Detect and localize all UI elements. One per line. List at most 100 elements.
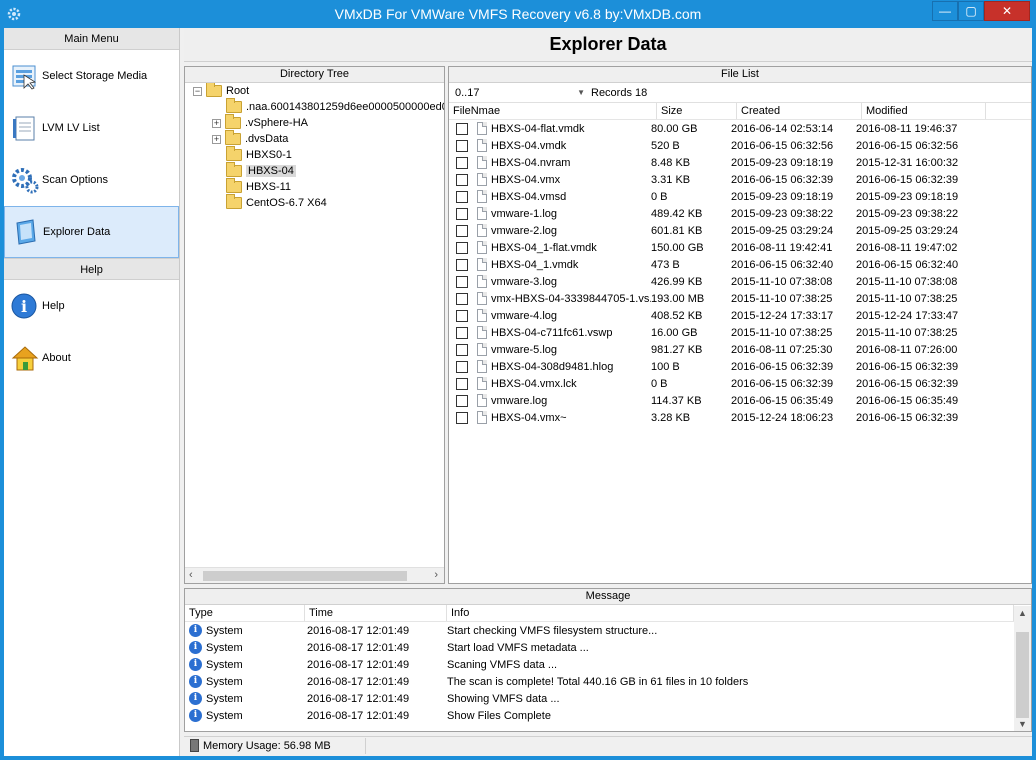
table-row[interactable]: HBXS-04_1.vmdk 473 B 2016-06-15 06:32:40 20…: [449, 256, 1031, 273]
message-vertical-scrollbar[interactable]: ▲ ▼: [1014, 606, 1031, 731]
file-icon: [477, 224, 487, 237]
table-row[interactable]: HBXS-04.vmx.lck 0 B 2016-06-15 06:32:39 201…: [449, 375, 1031, 392]
row-checkbox[interactable]: [456, 258, 468, 271]
list-item[interactable]: i System 2016-08-17 12:01:49 Start checking…: [185, 622, 1031, 639]
table-row[interactable]: vmware-3.log 426.99 KB 2015-11-10 07:38:08…: [449, 273, 1031, 290]
column-header-filename[interactable]: FileNmae: [449, 103, 657, 119]
message-time: 2016-08-17 12:01:49: [307, 658, 410, 671]
sidebar-item-about[interactable]: About: [4, 332, 179, 384]
message-type: i System: [185, 675, 305, 688]
lvm-list-icon: [13, 116, 35, 141]
table-row[interactable]: HBXS-04-308d9481.hlog 100 B 2016-06-15 06:…: [449, 358, 1031, 375]
column-header-time[interactable]: Time: [305, 605, 447, 621]
memory-usage: Memory Usage: 56.98 MB: [184, 737, 366, 754]
minimize-button[interactable]: —: [932, 1, 958, 21]
row-checkbox[interactable]: [456, 343, 468, 356]
tree-node[interactable]: HBXS-11: [226, 178, 291, 195]
row-checkbox[interactable]: [456, 309, 468, 322]
row-checkbox[interactable]: [456, 411, 468, 424]
message-type: i System: [185, 641, 305, 654]
row-checkbox[interactable]: [456, 190, 468, 203]
list-item[interactable]: i System 2016-08-17 12:01:49 Showing VMFS d…: [185, 690, 1031, 707]
file-icon: [477, 173, 487, 186]
column-header-info[interactable]: Info: [447, 605, 1014, 621]
folder-icon: [226, 146, 242, 161]
row-checkbox[interactable]: [456, 292, 468, 305]
scrollbar-thumb[interactable]: [1016, 632, 1029, 718]
row-checkbox[interactable]: [456, 207, 468, 220]
column-header-size[interactable]: Size: [657, 103, 737, 119]
tree-horizontal-scrollbar[interactable]: ‹ ›: [185, 567, 444, 583]
scroll-down-icon[interactable]: ▼: [1018, 719, 1027, 729]
folder-icon: [226, 98, 242, 113]
range-select[interactable]: 0..17 ▼: [449, 84, 589, 102]
table-row[interactable]: HBXS-04-c711fc61.vswp 16.00 GB 2015-11-10 …: [449, 324, 1031, 341]
list-item[interactable]: i System 2016-08-17 12:01:49 Show Files Com…: [185, 707, 1031, 724]
sidebar-item-lvm-lv-list[interactable]: LVM LV List: [4, 102, 179, 154]
sidebar-item-help[interactable]: i Help: [4, 280, 179, 332]
column-header-created[interactable]: Created: [737, 103, 862, 119]
table-row[interactable]: vmware-2.log 601.81 KB 2015-09-25 03:29:24…: [449, 222, 1031, 239]
row-checkbox[interactable]: [456, 139, 468, 152]
table-row[interactable]: HBXS-04.vmsd 0 B 2015-09-23 09:18:19 2015-0…: [449, 188, 1031, 205]
tree-node[interactable]: HBXS0-1: [226, 146, 292, 163]
file-size: 408.52 KB: [651, 309, 703, 322]
file-name: HBXS-04-flat.vmdk: [477, 122, 651, 135]
row-checkbox[interactable]: [456, 224, 468, 237]
table-row[interactable]: vmware.log 114.37 KB 2016-06-15 06:35:49 20…: [449, 392, 1031, 409]
table-row[interactable]: HBXS-04.vmdk 520 B 2016-06-15 06:32:56 2016…: [449, 137, 1031, 154]
row-checkbox[interactable]: [456, 173, 468, 186]
table-row[interactable]: HBXS-04.nvram 8.48 KB 2015-09-23 09:18:19 2…: [449, 154, 1031, 171]
table-row[interactable]: HBXS-04.vmx~ 3.28 KB 2015-12-24 18:06:23 20…: [449, 409, 1031, 426]
tree-node-root[interactable]: − Root: [193, 83, 249, 99]
folder-icon: [225, 130, 241, 145]
row-checkbox[interactable]: [456, 275, 468, 288]
directory-tree[interactable]: − Root .naa.600143801259d6ee0000500000ed…: [185, 83, 444, 563]
sidebar-item-select-storage-media[interactable]: Select Storage Media: [4, 50, 179, 102]
sidebar-item-scan-options[interactable]: Scan Options: [4, 154, 179, 206]
scroll-left-icon[interactable]: ‹: [189, 569, 193, 581]
row-checkbox[interactable]: [456, 122, 468, 135]
folder-icon: [226, 162, 242, 177]
table-row[interactable]: vmware-4.log 408.52 KB 2015-12-24 17:33:17…: [449, 307, 1031, 324]
chevron-down-icon[interactable]: ▼: [577, 84, 585, 102]
sidebar-item-explorer-data[interactable]: Explorer Data: [4, 206, 179, 258]
maximize-button[interactable]: ▢: [958, 1, 984, 21]
column-header-modified[interactable]: Modified: [862, 103, 986, 119]
tree-node[interactable]: .naa.600143801259d6ee0000500000ed0: [226, 98, 444, 115]
list-item[interactable]: i System 2016-08-17 12:01:49 Start load VMF…: [185, 639, 1031, 656]
list-item[interactable]: i System 2016-08-17 12:01:49 Scaning VMFS d…: [185, 656, 1031, 673]
title-bar[interactable]: VMxDB For VMWare VMFS Recovery v6.8 by:V…: [0, 0, 1036, 28]
app-window: VMxDB For VMWare VMFS Recovery v6.8 by:V…: [0, 0, 1036, 760]
table-row[interactable]: HBXS-04.vmx 3.31 KB 2016-06-15 06:32:39 201…: [449, 171, 1031, 188]
scrollbar-thumb[interactable]: [203, 571, 407, 581]
page-title: Explorer Data: [184, 28, 1032, 62]
tree-node[interactable]: + .vSphere-HA: [212, 114, 308, 131]
table-row[interactable]: HBXS-04-flat.vmdk 80.00 GB 2016-06-14 02:5…: [449, 120, 1031, 137]
row-checkbox[interactable]: [456, 241, 468, 254]
row-checkbox[interactable]: [456, 156, 468, 169]
column-header-type[interactable]: Type: [185, 605, 305, 621]
scroll-right-icon[interactable]: ›: [434, 569, 438, 581]
expand-icon[interactable]: +: [212, 118, 221, 128]
table-row[interactable]: vmware-1.log 489.42 KB 2015-09-23 09:38:22…: [449, 205, 1031, 222]
file-modified: 2016-06-15 06:32:39: [856, 411, 959, 424]
expand-icon[interactable]: +: [212, 134, 221, 144]
tree-node[interactable]: CentOS-6.7 X64: [226, 194, 327, 211]
table-row[interactable]: HBXS-04_1-flat.vmdk 150.00 GB 2016-08-11 1…: [449, 239, 1031, 256]
tree-node-selected[interactable]: HBXS-04: [226, 162, 296, 179]
scroll-up-icon[interactable]: ▲: [1018, 608, 1027, 618]
list-item[interactable]: i System 2016-08-17 12:01:49 The scan is co…: [185, 673, 1031, 690]
row-checkbox[interactable]: [456, 326, 468, 339]
table-row[interactable]: vmware-5.log 981.27 KB 2016-08-11 07:25:30…: [449, 341, 1031, 358]
file-size: 80.00 GB: [651, 122, 698, 135]
row-checkbox[interactable]: [456, 377, 468, 390]
tree-node[interactable]: + .dvsData: [212, 130, 288, 147]
close-button[interactable]: ✕: [984, 1, 1030, 21]
message-header: Message: [185, 589, 1031, 605]
message-type: i System: [185, 624, 305, 637]
table-row[interactable]: vmx-HBXS-04-3339844705-1.vs... 193.00 MB 2…: [449, 290, 1031, 307]
row-checkbox[interactable]: [456, 360, 468, 373]
collapse-icon[interactable]: −: [193, 86, 202, 96]
row-checkbox[interactable]: [456, 394, 468, 407]
